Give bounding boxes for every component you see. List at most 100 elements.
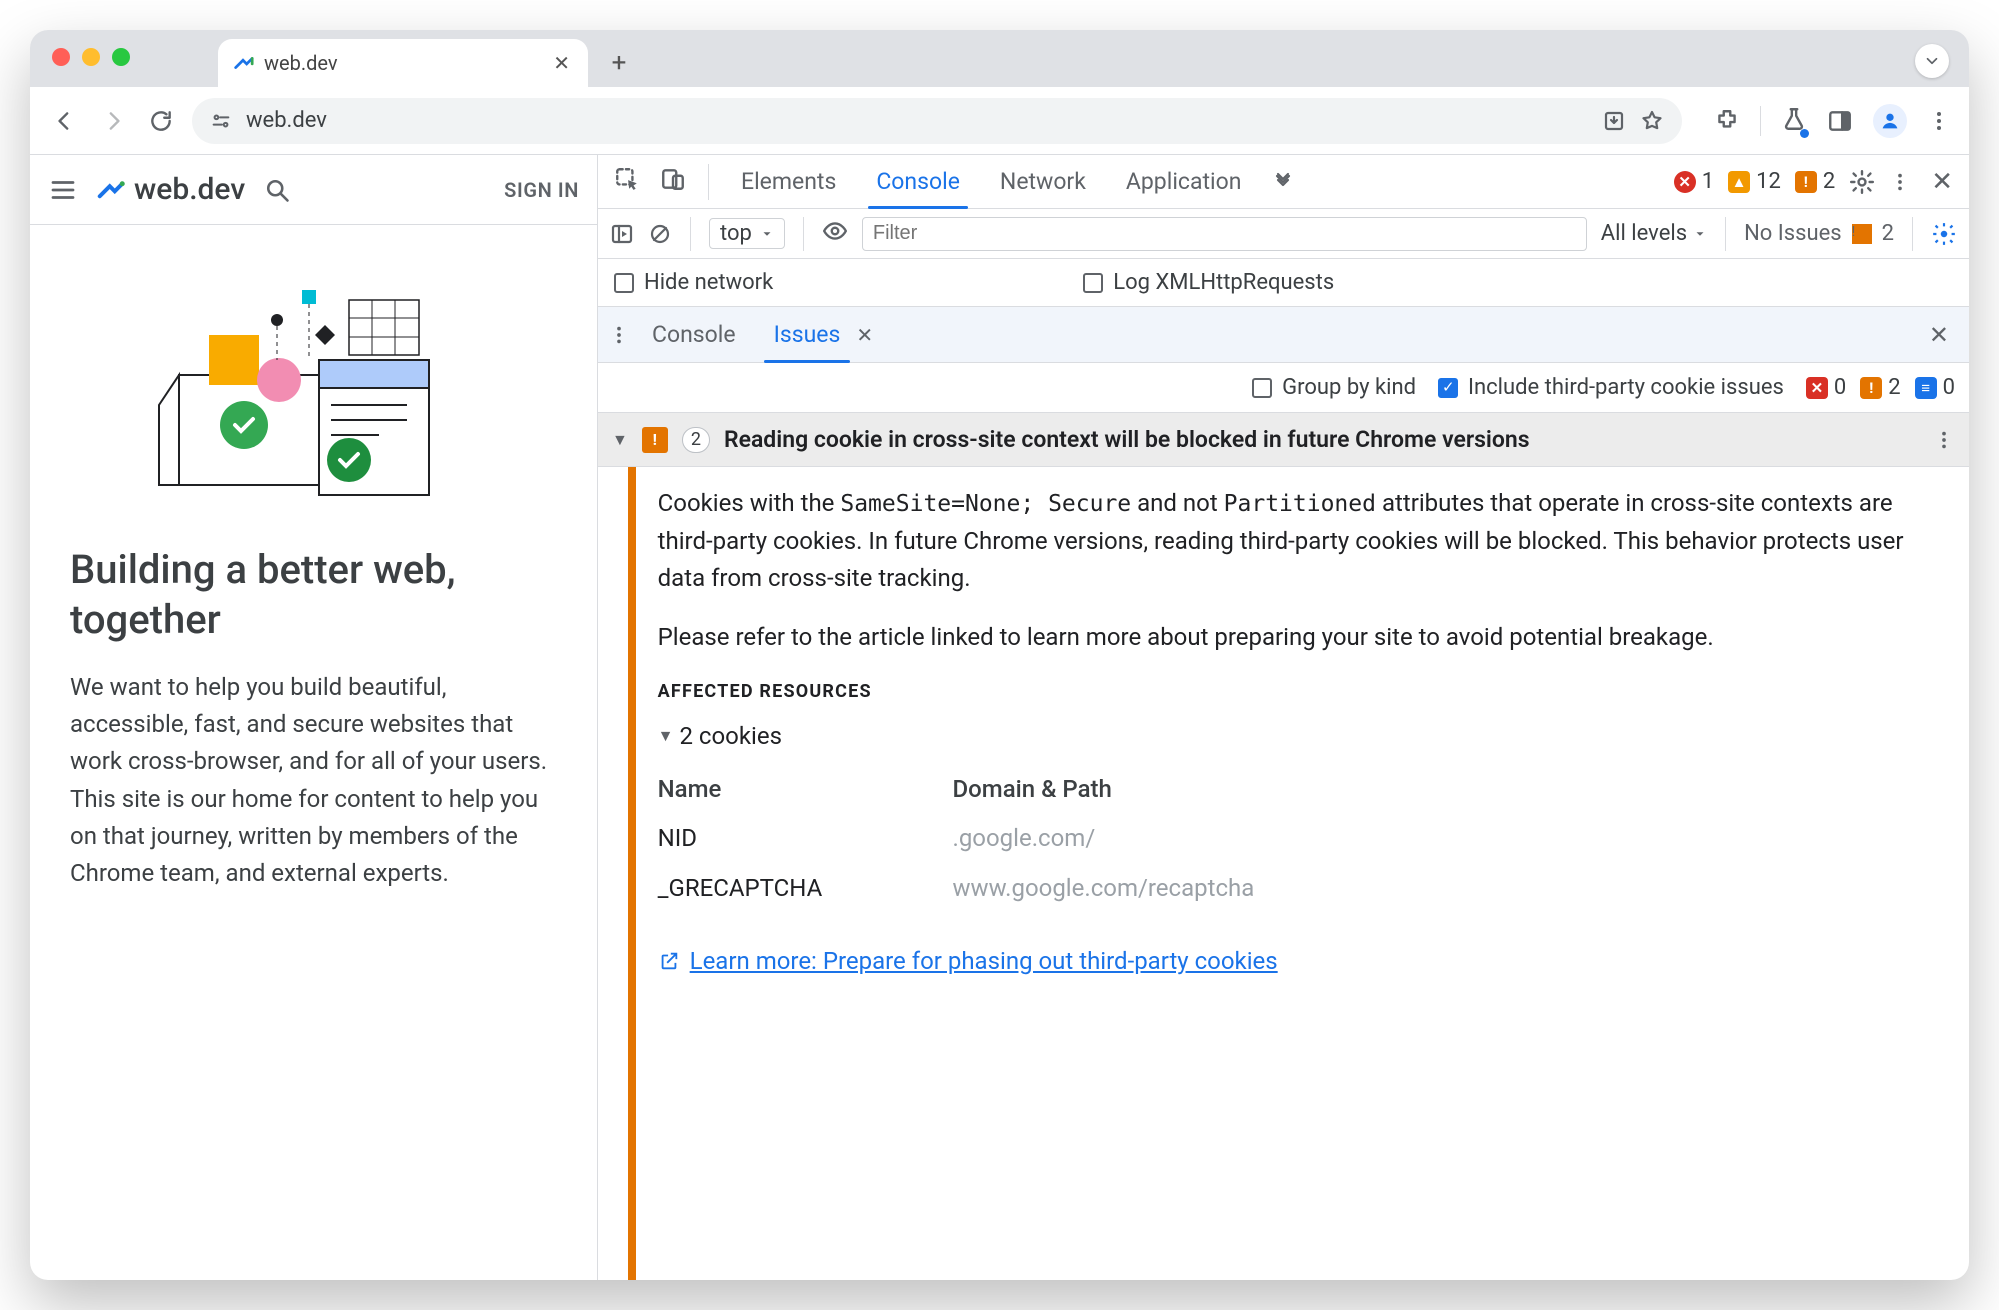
live-expression-icon[interactable] <box>822 218 848 250</box>
error-count[interactable]: ✕1 <box>1674 169 1714 194</box>
window-controls <box>52 48 130 66</box>
severity-stripe <box>628 467 636 1280</box>
console-filter-input[interactable] <box>862 217 1587 251</box>
toggle-sidebar-icon[interactable] <box>610 222 634 246</box>
kebab-menu-icon[interactable] <box>1889 171 1911 193</box>
close-issues-tab-icon[interactable]: ✕ <box>856 323 873 347</box>
tab-elements[interactable]: Elements <box>725 155 852 208</box>
new-tab-button[interactable]: + <box>600 44 638 82</box>
tab-title: web.dev <box>264 51 338 75</box>
affected-resources-heading: AFFECTED RESOURCES <box>658 678 1943 706</box>
issue-count-badge: 2 <box>682 427 710 453</box>
device-toolbar-icon[interactable] <box>654 162 692 202</box>
no-issues-label[interactable]: No Issues ! 2 <box>1744 221 1894 246</box>
url-text: web.dev <box>246 108 327 133</box>
console-toolbar: top All levels No Issues ! 2 <box>598 209 1969 259</box>
context-selector[interactable]: top <box>709 218 785 249</box>
chrome-menu-icon[interactable] <box>1927 109 1951 133</box>
close-devtools-icon[interactable]: ✕ <box>1925 167 1959 197</box>
include-third-party-checkbox[interactable]: Include third-party cookie issues <box>1438 375 1784 400</box>
devtools-tab-bar: Elements Console Network Application ✕1 … <box>598 155 1969 209</box>
labs-button[interactable] <box>1781 106 1807 136</box>
more-tabs-icon[interactable] <box>1271 167 1295 197</box>
issue-title: Reading cookie in cross-site context wil… <box>724 426 1530 453</box>
learn-more-link[interactable]: Learn more: Prepare for phasing out thir… <box>658 943 1943 980</box>
drawer-tab-bar: Console Issues ✕ ✕ <box>598 307 1969 363</box>
hide-network-checkbox[interactable]: Hide network <box>614 270 773 295</box>
kebab-menu-icon[interactable] <box>608 324 630 346</box>
toolbar-separator <box>1760 106 1761 136</box>
affected-cookies-table: Name Domain & Path NID .google.com/ _GRE… <box>658 765 1493 913</box>
table-row[interactable]: _GRECAPTCHA www.google.com/recaptcha <box>658 864 1493 913</box>
drawer-tab-issues[interactable]: Issues <box>758 307 857 362</box>
browser-tab[interactable]: web.dev ✕ <box>218 39 588 87</box>
chevron-down-icon <box>1923 52 1941 70</box>
person-icon <box>1879 110 1901 132</box>
browser-toolbar: web.dev <box>30 87 1969 155</box>
tab-application[interactable]: Application <box>1110 155 1258 208</box>
col-name: Name <box>658 765 953 814</box>
page-viewport: web.dev SIGN IN <box>30 155 598 1280</box>
group-by-kind-checkbox[interactable]: Group by kind <box>1252 375 1416 400</box>
site-settings-icon[interactable] <box>210 110 232 132</box>
devtools-panel: Elements Console Network Application ✕1 … <box>598 155 1969 1280</box>
extensions-icon[interactable] <box>1714 108 1740 134</box>
close-drawer-icon[interactable]: ✕ <box>1919 321 1959 349</box>
col-domain: Domain & Path <box>953 765 1494 814</box>
tab-strip: web.dev ✕ + <box>30 30 1969 87</box>
flask-icon <box>1781 106 1807 132</box>
issues-filter-row: Group by kind Include third-party cookie… <box>598 363 1969 413</box>
profile-avatar[interactable] <box>1873 104 1907 138</box>
site-favicon-icon <box>232 52 254 74</box>
back-button[interactable] <box>48 104 82 138</box>
page-hero: Building a better web, together We want … <box>30 225 597 922</box>
issue-severity-counts: ✕0 !2 ≡0 <box>1806 375 1955 400</box>
webdev-logo-icon <box>96 175 126 205</box>
close-tab-icon[interactable]: ✕ <box>553 51 570 75</box>
close-window-icon[interactable] <box>52 48 70 66</box>
gear-icon[interactable] <box>1849 169 1875 195</box>
fullscreen-window-icon[interactable] <box>112 48 130 66</box>
log-levels-selector[interactable]: All levels <box>1601 221 1707 246</box>
console-settings-gear-icon[interactable] <box>1931 221 1957 247</box>
page-header: web.dev SIGN IN <box>30 155 597 225</box>
drawer-tab-console[interactable]: Console <box>636 307 752 362</box>
brand-text: web.dev <box>134 172 245 207</box>
issue-body: Cookies with the SameSite=None; Secure a… <box>598 467 1969 1280</box>
warning-count[interactable]: ▲12 <box>1728 169 1781 194</box>
minimize-window-icon[interactable] <box>82 48 100 66</box>
forward-button[interactable] <box>96 104 130 138</box>
bookmark-star-icon[interactable] <box>1640 109 1664 133</box>
issue-row-header[interactable]: ▼ ! 2 Reading cookie in cross-site conte… <box>598 413 1969 467</box>
chevron-down-icon <box>760 227 774 241</box>
console-settings-row: Hide network Log XMLHttpRequests <box>598 259 1969 307</box>
hero-title: Building a better web, together <box>70 545 557 645</box>
external-link-icon <box>658 950 680 972</box>
content-split: web.dev SIGN IN <box>30 155 1969 1280</box>
kebab-menu-icon[interactable] <box>1933 429 1955 451</box>
devtools-status-counters[interactable]: ✕1 ▲12 !2 ✕ <box>1674 167 1959 197</box>
table-row[interactable]: NID .google.com/ <box>658 814 1493 863</box>
log-xhr-checkbox[interactable]: Log XMLHttpRequests <box>1083 270 1334 295</box>
hero-illustration <box>70 255 557 515</box>
reload-button[interactable] <box>144 104 178 138</box>
install-app-icon[interactable] <box>1602 109 1626 133</box>
address-bar[interactable]: web.dev <box>192 98 1682 144</box>
tab-network[interactable]: Network <box>984 155 1102 208</box>
tab-console[interactable]: Console <box>860 155 976 208</box>
toolbar-actions <box>1714 104 1951 138</box>
issues-count[interactable]: !2 <box>1795 169 1835 194</box>
tab-overflow-button[interactable] <box>1915 44 1949 78</box>
cookies-tree-toggle[interactable]: ▼ 2 cookies <box>658 718 1943 755</box>
hamburger-icon[interactable] <box>48 175 78 205</box>
expand-triangle-icon[interactable]: ▼ <box>612 430 628 450</box>
search-icon[interactable] <box>263 176 291 204</box>
issue-severity-icon: ! <box>642 427 668 453</box>
clear-console-icon[interactable] <box>648 222 672 246</box>
sign-in-button[interactable]: SIGN IN <box>504 178 579 202</box>
side-panel-icon[interactable] <box>1827 108 1853 134</box>
hero-body: We want to help you build beautiful, acc… <box>70 669 557 892</box>
site-brand[interactable]: web.dev <box>96 172 245 207</box>
inspect-element-icon[interactable] <box>608 162 646 202</box>
issue-description: Cookies with the SameSite=None; Secure a… <box>658 485 1943 656</box>
